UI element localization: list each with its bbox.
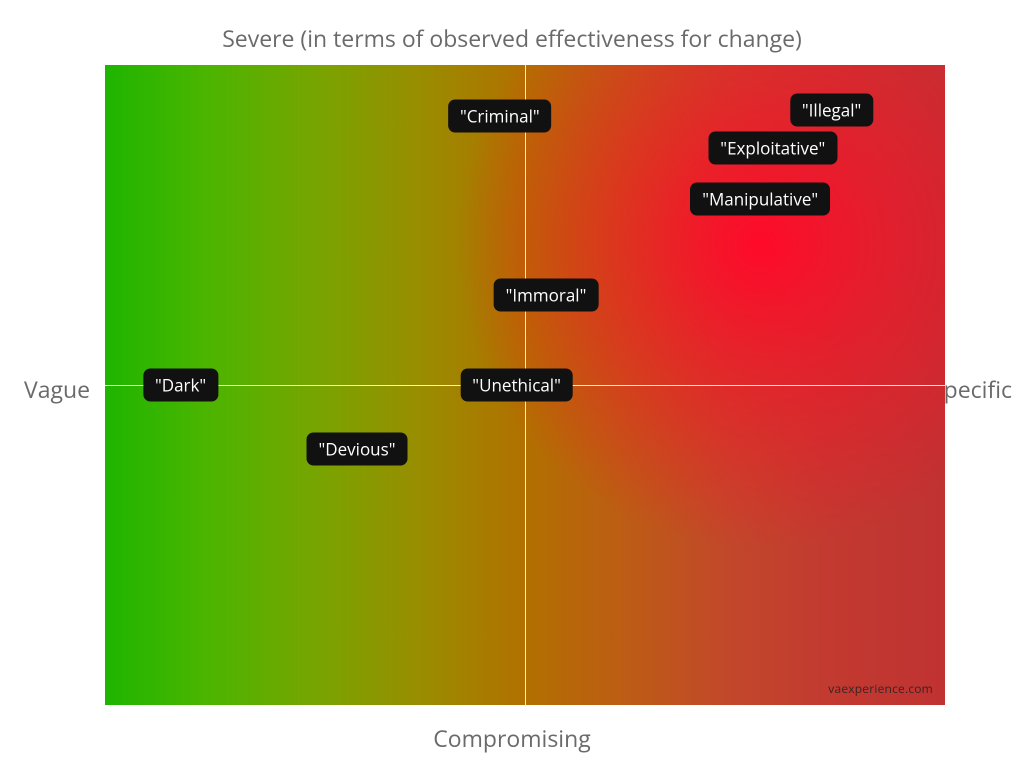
term-illegal: "Illegal" — [790, 93, 873, 126]
term-exploitative: "Exploitative" — [708, 132, 837, 165]
term-immoral: "Immoral" — [494, 279, 599, 312]
quadrant-chart: Severe (in terms of observed effectivene… — [0, 0, 1024, 778]
plot-area: "Dark" "Devious" "Unethical" "Immoral" "… — [105, 65, 945, 705]
term-unethical: "Unethical" — [460, 369, 573, 402]
axis-label-left: Vague — [24, 373, 90, 405]
term-devious: "Devious" — [307, 433, 408, 466]
axis-label-top: Severe (in terms of observed effectivene… — [222, 22, 802, 54]
term-criminal: "Criminal" — [448, 100, 552, 133]
axis-label-bottom: Compromising — [433, 722, 590, 754]
term-dark: "Dark" — [143, 369, 218, 402]
watermark: vaexperience.com — [828, 680, 933, 697]
term-manipulative: "Manipulative" — [690, 183, 830, 216]
